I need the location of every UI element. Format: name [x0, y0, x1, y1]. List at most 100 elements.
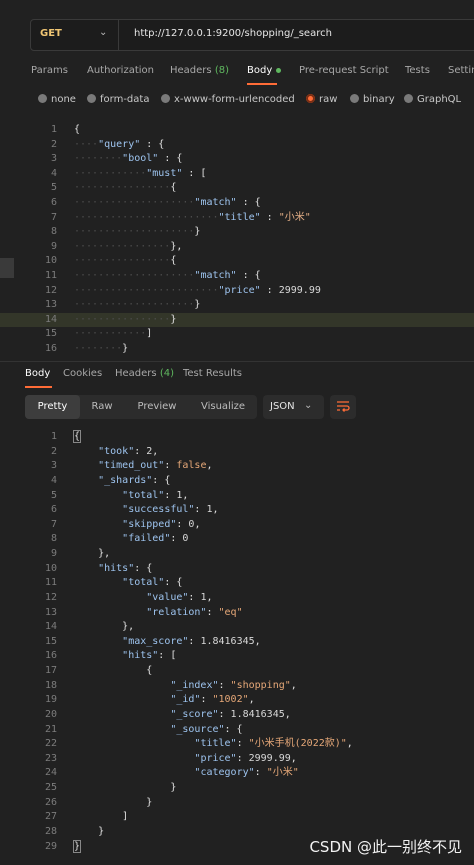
radio-form-data[interactable]: form-data	[87, 94, 149, 105]
response-headers-count: (4)	[159, 368, 174, 379]
response-line: 24 "category": "小米"	[0, 766, 474, 781]
response-line: 23 "price": 2999.99,	[0, 752, 474, 767]
response-line: 9 },	[0, 547, 474, 562]
response-line: 19 "_id": "1002",	[0, 693, 474, 708]
tab-headers-label: Headers	[170, 65, 212, 76]
response-line-code: "_shards": {	[98, 474, 171, 486]
response-line-code: {	[72, 430, 82, 443]
tab-settings[interactable]: Settings	[448, 65, 474, 76]
response-line: 7 "skipped": 0,	[0, 518, 474, 533]
response-line-code: "skipped": 0,	[122, 518, 201, 530]
response-tab-test-results[interactable]: Test Results	[183, 368, 242, 379]
line-number: 9	[50, 548, 57, 560]
response-line: 5 "total": 1,	[0, 489, 474, 504]
response-line: 15 "max_score": 1.8416345,	[0, 635, 474, 650]
request-line-code: ····················}	[74, 226, 201, 238]
request-line: 16 ········}	[0, 342, 474, 357]
request-line-code: ················{	[74, 255, 177, 267]
line-number: 4	[50, 474, 57, 486]
line-number: 23	[44, 752, 57, 764]
request-line: 1{	[0, 123, 474, 138]
wrap-lines-icon	[337, 401, 350, 412]
request-line: 10 ················{	[0, 254, 474, 269]
method-label: GET	[40, 28, 62, 39]
radio-binary[interactable]: binary	[350, 94, 395, 105]
request-line: 3 ········"bool" : {	[0, 152, 474, 167]
radio-label: binary	[363, 94, 395, 105]
tab-tests[interactable]: Tests	[405, 65, 430, 76]
response-line-code: "total": {	[122, 577, 183, 589]
request-line: 8 ····················}	[0, 225, 474, 240]
line-number: 7	[50, 518, 57, 530]
line-number: 13	[44, 299, 57, 311]
tab-params[interactable]: Params	[31, 65, 68, 76]
request-line-code: ························"price" : 2999.9…	[74, 284, 321, 296]
method-select[interactable]: GET ⌄	[31, 20, 119, 50]
radio-raw[interactable]: raw	[306, 94, 337, 105]
view-raw-button[interactable]: Raw	[80, 395, 124, 419]
response-line-code: "_score": 1.8416345,	[170, 708, 291, 720]
watermark: CSDN @此一别终不见	[309, 838, 462, 856]
line-number: 1	[50, 124, 57, 135]
response-line: 4 "_shards": {	[0, 474, 474, 489]
line-number: 6	[50, 197, 57, 208]
pane-divider[interactable]	[0, 361, 474, 362]
request-body-editor[interactable]: 1{2 ····"query" : {3 ········"bool" : {4 ··…	[0, 123, 474, 359]
request-line: 9 ················},	[0, 240, 474, 255]
response-line-code: "hits": {	[98, 562, 153, 574]
tab-headers[interactable]: Headers (8)	[170, 65, 229, 76]
radio-circle-icon	[87, 94, 96, 103]
response-tab-headers[interactable]: Headers (4)	[115, 368, 174, 379]
url-input[interactable]: http://127.0.0.1:9200/shopping/_search	[134, 28, 332, 39]
radio-label: x-www-form-urlencoded	[174, 94, 295, 105]
response-line-code: },	[74, 548, 111, 560]
line-number: 27	[44, 811, 57, 823]
tab-body[interactable]: Body	[247, 65, 282, 76]
line-number: 11	[44, 270, 57, 281]
response-tab-cookies[interactable]: Cookies	[63, 368, 102, 379]
response-line: 1{	[0, 430, 474, 445]
line-number: 1	[50, 431, 57, 442]
request-line-code: ····················"match" : {	[74, 270, 261, 281]
view-pretty-button[interactable]: Pretty	[25, 395, 80, 419]
line-number: 11	[44, 577, 57, 589]
line-number: 15	[44, 635, 57, 647]
response-line: 3 "timed_out": false,	[0, 459, 474, 474]
response-line: 6 "successful": 1,	[0, 503, 474, 518]
response-line-code: "value": 1,	[146, 591, 213, 603]
response-line: 22 "title": "小米手机(2022款)",	[0, 737, 474, 752]
line-number: 16	[44, 650, 57, 662]
tab-authorization[interactable]: Authorization	[87, 65, 154, 76]
radio-graphql[interactable]: GraphQL	[404, 94, 461, 105]
response-line-code: }	[74, 796, 153, 808]
line-number: 8	[50, 226, 57, 238]
line-number: 5	[50, 489, 57, 501]
view-preview-button[interactable]: Preview	[126, 395, 188, 419]
response-line: 12 "value": 1,	[0, 591, 474, 606]
response-line: 14 },	[0, 620, 474, 635]
line-number: 26	[44, 796, 57, 808]
response-line-code: }	[72, 839, 82, 853]
radio-x-www-form-urlencoded[interactable]: x-www-form-urlencoded	[161, 94, 295, 105]
response-line: 26 }	[0, 796, 474, 811]
request-line: 5 ················{	[0, 181, 474, 196]
response-line-code: "relation": "eq"	[146, 606, 243, 618]
radio-none[interactable]: none	[38, 94, 76, 105]
response-line-code: "_source": {	[170, 723, 243, 735]
tab-pre-request-script[interactable]: Pre-request Script	[299, 65, 389, 76]
view-visualize-button[interactable]: Visualize	[190, 395, 256, 419]
line-number: 4	[50, 167, 57, 179]
line-number: 14	[44, 621, 57, 633]
radio-label: none	[51, 94, 76, 105]
response-tab-body[interactable]: Body	[25, 368, 50, 379]
format-select-label: JSON	[270, 401, 295, 412]
radio-circle-icon	[161, 94, 170, 103]
response-line: 18 "_index": "shopping",	[0, 679, 474, 694]
line-number: 12	[44, 591, 57, 603]
request-line-code: ················},	[74, 240, 183, 252]
request-line-code: ········}	[74, 343, 129, 354]
response-line: 8 "failed": 0	[0, 532, 474, 547]
line-number: 18	[44, 679, 57, 691]
response-line-code: "_index": "shopping",	[170, 679, 297, 691]
active-tab-indicator	[25, 386, 52, 388]
